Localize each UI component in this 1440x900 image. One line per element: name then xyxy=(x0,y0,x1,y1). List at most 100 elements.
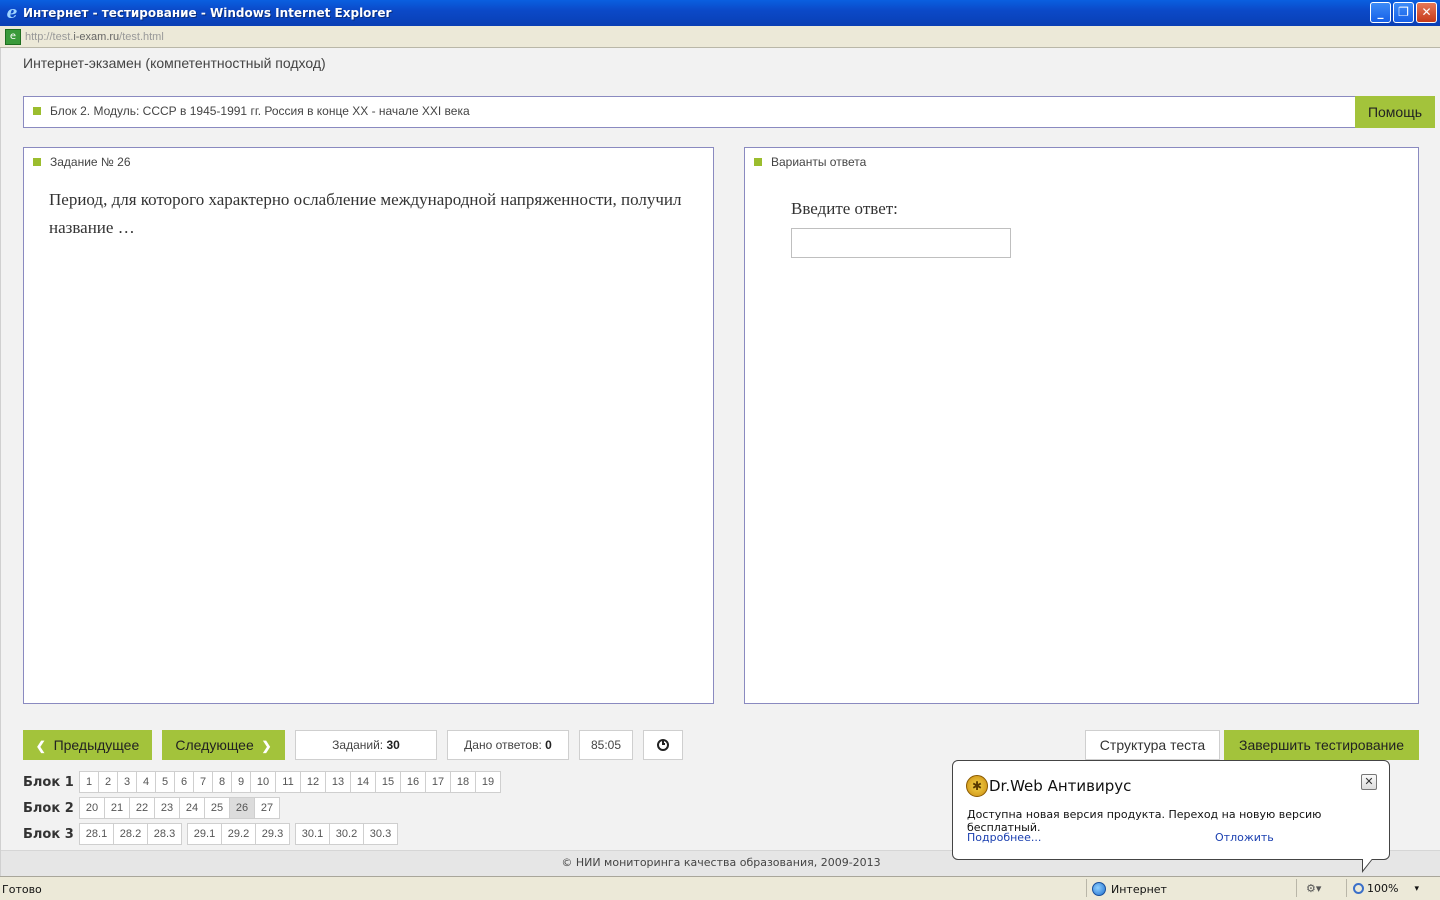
task-number-cell[interactable]: 23 xyxy=(154,797,180,819)
block-row-3: Блок 3 28.1 28.2 28.3 29.1 29.2 29.3 30.1 30.2 3… xyxy=(23,823,398,845)
minimize-button[interactable]: _ xyxy=(1370,2,1391,23)
chevron-right-icon: ❯ xyxy=(261,739,272,753)
task-number-cell[interactable]: 29.2 xyxy=(221,823,256,845)
task-number-cell[interactable]: 26 xyxy=(229,797,255,819)
protected-mode-icon[interactable]: ⚙▾ xyxy=(1306,882,1321,895)
close-window-button[interactable]: ✕ xyxy=(1416,2,1437,23)
zoom-icon xyxy=(1353,883,1364,894)
exam-page: Интернет-экзамен (компетентностный подхо… xyxy=(0,48,1440,876)
task-number-cell[interactable]: 28.3 xyxy=(147,823,182,845)
task-number-cell[interactable]: 5 xyxy=(155,771,175,793)
clock-button[interactable] xyxy=(643,730,683,760)
zoom-control[interactable]: 100% ▾ xyxy=(1353,882,1419,895)
status-separator xyxy=(1346,879,1347,897)
task-number-cell[interactable]: 29.1 xyxy=(187,823,222,845)
task-number-cell[interactable]: 28.2 xyxy=(113,823,148,845)
window-title: Интернет - тестирование - Windows Intern… xyxy=(23,6,392,20)
restore-button[interactable]: ❐ xyxy=(1393,2,1414,23)
timer: 85:05 xyxy=(579,730,633,760)
address-url[interactable]: http://test.i-exam.ru/test.html xyxy=(25,31,164,43)
drweb-spider-icon: ✱ xyxy=(966,775,988,797)
security-zone[interactable]: Интернет xyxy=(1092,882,1167,896)
task-number-cell[interactable]: 27 xyxy=(254,797,280,819)
status-separator xyxy=(1296,879,1297,897)
task-number-cell[interactable]: 10 xyxy=(250,771,276,793)
task-header: Задание № 26 xyxy=(50,155,131,169)
answers-panel: Варианты ответа Введите ответ: xyxy=(744,147,1419,704)
task-number-cell[interactable]: 9 xyxy=(231,771,251,793)
task-number-cell[interactable]: 2 xyxy=(98,771,118,793)
task-number-cell[interactable]: 1 xyxy=(79,771,99,793)
task-number-cell[interactable]: 11 xyxy=(275,771,301,793)
drweb-notification: ✱ Dr.Web Антивирус ✕ Доступна новая верс… xyxy=(952,760,1390,860)
globe-icon xyxy=(1092,882,1106,896)
exam-title: Интернет-экзамен (компетентностный подхо… xyxy=(23,55,326,71)
window-controls: _ ❐ ✕ xyxy=(1370,2,1437,23)
tasks-count-box: Заданий: 30 xyxy=(295,730,437,760)
chevron-down-icon: ▾ xyxy=(1414,883,1419,894)
task-number-cell[interactable]: 28.1 xyxy=(79,823,114,845)
block-row-2: Блок 2 20 21 22 23 24 25 26 27 xyxy=(23,797,280,819)
task-panel: Задание № 26 Период, для которого характ… xyxy=(23,147,714,704)
task-number-cell[interactable]: 4 xyxy=(136,771,156,793)
task-number-cell[interactable]: 21 xyxy=(104,797,130,819)
task-number-cell[interactable]: 7 xyxy=(193,771,213,793)
previous-button[interactable]: ❮ Предыдущее xyxy=(23,730,152,760)
task-number-cell[interactable]: 29.3 xyxy=(255,823,290,845)
window-title-bar: e Интернет - тестирование - Windows Inte… xyxy=(0,0,1440,26)
test-structure-button[interactable]: Структура теста xyxy=(1085,730,1220,760)
block-cells: 1 2 3 4 5 6 7 8 9 10 11 12 13 14 15 16 17 18 19 xyxy=(79,771,501,793)
task-number-cell[interactable]: 16 xyxy=(400,771,426,793)
address-bar[interactable]: e http://test.i-exam.ru/test.html xyxy=(0,26,1440,48)
popup-title: Dr.Web Антивирус xyxy=(989,777,1132,795)
block-cells: 20 21 22 23 24 25 26 27 xyxy=(79,797,280,819)
task-number-cell[interactable]: 22 xyxy=(129,797,155,819)
task-number-cell[interactable]: 12 xyxy=(300,771,326,793)
block-info-bar: Блок 2. Модуль: СССР в 1945-1991 гг. Рос… xyxy=(23,96,1435,128)
question-text: Период, для которого характерно ослаблен… xyxy=(49,190,682,237)
internet-explorer-icon: e xyxy=(6,3,18,23)
task-number-cell[interactable]: 18 xyxy=(450,771,476,793)
block-row-label: Блок 2 xyxy=(23,800,74,816)
clock-icon xyxy=(657,738,669,751)
task-number-cell[interactable]: 19 xyxy=(475,771,501,793)
task-number-cell[interactable]: 15 xyxy=(375,771,401,793)
popup-close-button[interactable]: ✕ xyxy=(1361,774,1377,790)
block-cells: 28.1 28.2 28.3 29.1 29.2 29.3 30.1 30.2 30.3 xyxy=(79,823,398,845)
status-bar: Готово Интернет ⚙▾ 100% ▾ xyxy=(0,876,1440,900)
task-number-cell[interactable]: 25 xyxy=(204,797,230,819)
page-favicon-icon: e xyxy=(5,28,21,45)
popup-tail-inner xyxy=(1363,855,1375,870)
popup-more-link[interactable]: Подробнее... xyxy=(967,831,1041,844)
task-number-cell[interactable]: 6 xyxy=(174,771,194,793)
task-number-cell[interactable]: 30.2 xyxy=(329,823,364,845)
status-text: Готово xyxy=(2,883,42,896)
answer-input[interactable] xyxy=(791,228,1011,258)
bullet-icon xyxy=(754,157,762,166)
task-number-cell[interactable]: 30.3 xyxy=(363,823,398,845)
task-number-cell[interactable]: 14 xyxy=(350,771,376,793)
help-button[interactable]: Помощь xyxy=(1355,96,1435,128)
status-separator xyxy=(1086,879,1087,897)
next-button[interactable]: Следующее ❯ xyxy=(162,730,285,760)
popup-later-link[interactable]: Отложить xyxy=(1215,831,1274,844)
task-number-cell[interactable]: 13 xyxy=(325,771,351,793)
task-number-cell[interactable]: 24 xyxy=(179,797,205,819)
task-number-cell[interactable]: 3 xyxy=(117,771,137,793)
block-row-label: Блок 3 xyxy=(23,826,74,842)
task-number-cell[interactable]: 20 xyxy=(79,797,105,819)
task-number-cell[interactable]: 17 xyxy=(425,771,451,793)
block-row-label: Блок 1 xyxy=(23,774,74,790)
block-row-1: Блок 1 1 2 3 4 5 6 7 8 9 10 11 12 13 14 15 16 17 18 19 xyxy=(23,771,501,793)
task-number-cell[interactable]: 30.1 xyxy=(295,823,330,845)
block-label: Блок 2. Модуль: СССР в 1945-1991 гг. Рос… xyxy=(50,104,470,118)
answers-header: Варианты ответа xyxy=(771,155,867,169)
answer-prompt: Введите ответ: xyxy=(791,199,898,218)
task-number-cell[interactable]: 8 xyxy=(212,771,232,793)
bullet-icon xyxy=(33,106,41,115)
chevron-left-icon: ❮ xyxy=(35,739,46,753)
finish-test-button[interactable]: Завершить тестирование xyxy=(1224,730,1419,760)
zoom-level: 100% xyxy=(1367,882,1399,895)
bullet-icon xyxy=(33,157,41,166)
zone-label: Интернет xyxy=(1111,882,1167,896)
